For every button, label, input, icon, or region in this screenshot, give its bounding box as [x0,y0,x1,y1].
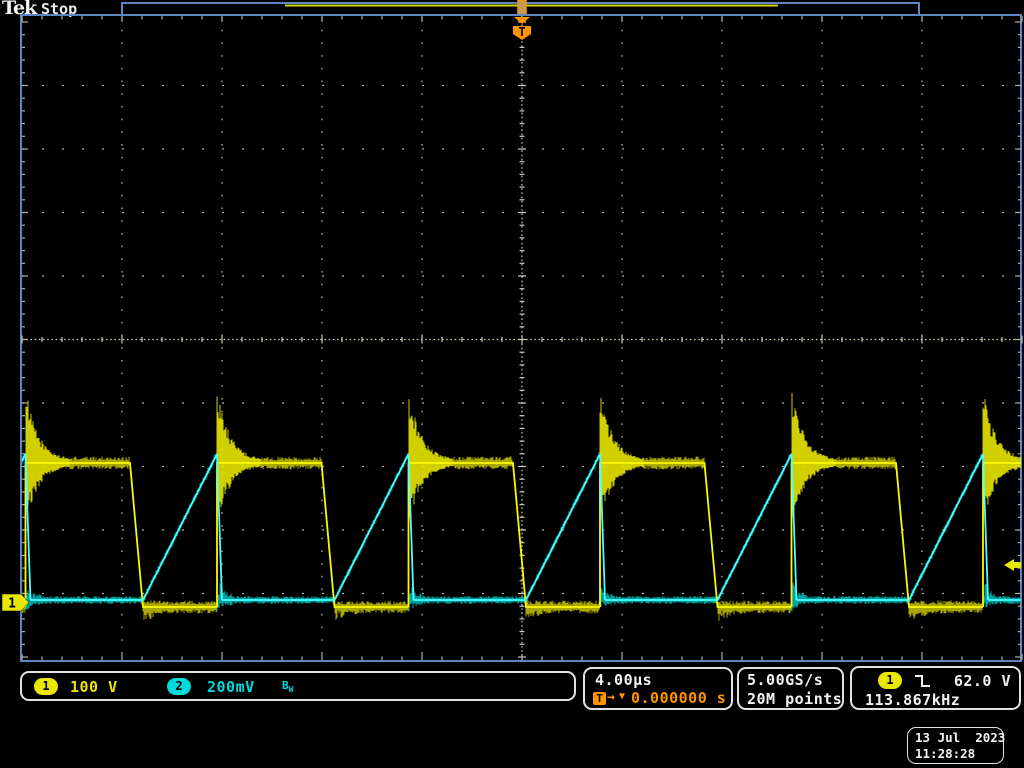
bandwidth-limit-badge: BW [282,679,293,694]
trigger-position-column[interactable] [517,0,527,16]
trigger-level-arrow-icon[interactable] [1004,559,1021,571]
trigger-t-icon: T [593,692,606,705]
ch1-marker-label: 1 [8,597,16,612]
acquisition-readout-box[interactable]: 5.00GS/s 20M points [737,667,844,710]
oscilloscope-screen: Tek Stop T1 1 100 V 2 200mV BW 4.00µs T … [0,0,1024,768]
bw-b: B [282,679,289,692]
ch1-trace [22,462,1021,608]
record-length: 20M points [747,690,843,708]
trigger-delay-value: 0.000000 s [631,689,727,707]
trigger-slope-falling-icon [915,675,930,687]
trigger-delay-marker-icon: ▼ [619,691,626,702]
waveform-area [22,393,1021,621]
channel-readout-box[interactable]: 1 100 V 2 200mV BW [20,671,576,701]
timebase-readout-box[interactable]: 4.00µs T → ▼ 0.000000 s [583,667,733,710]
ch1-fuzz [22,393,1021,621]
trigger-readout-box[interactable]: 1 62.0 V 113.867kHz [850,666,1021,710]
trigger-delay-arrow-icon: → [607,690,615,705]
ch2-scale: 200mV [207,678,255,696]
ch2-badge[interactable]: 2 [167,678,191,695]
trigger-level-value: 62.0 V [953,672,1011,690]
ch1-badge[interactable]: 1 [34,678,58,695]
timebase-value: 4.00µs [595,671,653,689]
trigger-source-badge[interactable]: 1 [878,672,902,689]
time-text: 11:28:28 [915,746,976,761]
date-text: 13 Jul 2023 [915,730,1006,745]
record-view-bar [121,0,920,16]
ch2-trace [22,453,1021,601]
trigger-frequency: 113.867kHz [865,691,961,709]
ch1-scale: 100 V [70,678,118,696]
graticule: T1 [1,0,1023,662]
datetime-box: 13 Jul 2023 11:28:28 [907,727,1006,764]
trigger-badge-label: T [518,25,525,39]
bw-w: W [288,685,294,695]
trigger-position-marker[interactable]: T [513,17,531,40]
sample-rate: 5.00GS/s [747,671,824,689]
